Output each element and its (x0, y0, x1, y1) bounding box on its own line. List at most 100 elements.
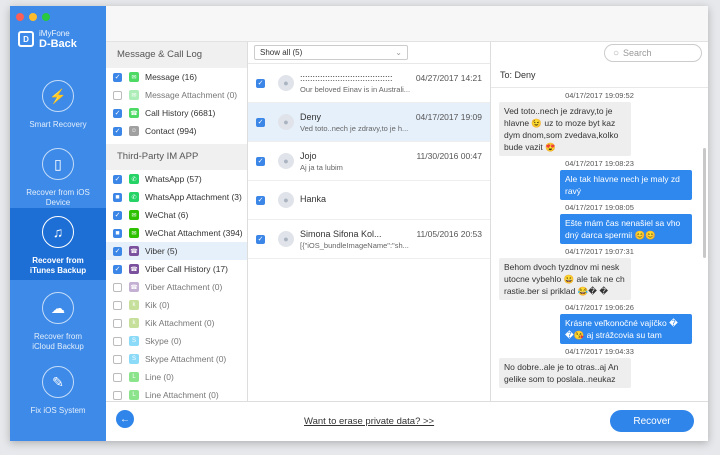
erase-private-data-link[interactable]: Want to erase private data? >> (304, 416, 434, 427)
conversation-scroll[interactable]: 04/17/2017 19:09:52 Ved toto..nech je zd… (491, 88, 708, 401)
category-label: WhatsApp (57) (145, 174, 202, 184)
category-item-message-attachment[interactable]: ✉ Message Attachment (0) (106, 86, 247, 104)
top-bar (106, 6, 708, 42)
checkbox[interactable]: ✓ (113, 108, 122, 118)
category-label: WeChat Attachment (394) (145, 228, 243, 238)
message-row[interactable]: ✓ ● Jojo 11/30/2016 00:47 Aj ja ta lubim (248, 142, 490, 181)
checkbox[interactable]: ✓ (256, 78, 265, 88)
nav-fix-ios-system[interactable]: ✎ Fix iOS System (10, 358, 106, 430)
checkbox[interactable]: ✓ (256, 117, 265, 127)
app-logo: D iMyFone D-Back (18, 28, 77, 50)
category-item-wechat[interactable]: ✓ ✉ WeChat (6) (106, 206, 247, 224)
category-item-viber-attachment[interactable]: ☎ Viber Attachment (0) (106, 278, 247, 296)
category-item-skype[interactable]: S Skype (0) (106, 332, 247, 350)
phone-icon: ▯ (42, 148, 74, 180)
checkbox[interactable] (113, 336, 122, 346)
nav-recover-itunes-backup[interactable]: ♫ Recover from iTunes Backup (10, 208, 106, 280)
message-list-panel: Show all (5) ⌄ ✓ ● :::::::::::::::::::::… (248, 42, 491, 401)
nav-label: Recover from iCloud Backup (32, 332, 84, 351)
message-icon: ✉ (129, 72, 139, 82)
checkbox[interactable] (113, 372, 122, 382)
chevron-down-icon: ⌄ (395, 48, 402, 57)
category-label: Kik Attachment (0) (145, 318, 215, 328)
message-sender: Simona Sifona Kol... (300, 228, 382, 239)
checkbox[interactable] (113, 300, 122, 310)
category-item-call-history[interactable]: ✓ ☎ Call History (6681) (106, 104, 247, 122)
nav-label: Smart Recovery (29, 120, 87, 129)
category-item-kik[interactable]: k Kik (0) (106, 296, 247, 314)
incoming-bubble: Behom dvoch tyzdnov mi nesk utocne vybeh… (499, 258, 631, 300)
close-window-button[interactable] (16, 13, 24, 21)
category-label: Skype (0) (145, 336, 182, 346)
message-timestamp: 04/17/2017 19:07:31 (565, 247, 634, 256)
search-input[interactable]: ○ Search (604, 44, 702, 62)
category-label: Message Attachment (0) (145, 90, 238, 100)
conversation-scrollbar[interactable] (703, 148, 706, 258)
checkbox[interactable]: ✓ (113, 126, 122, 136)
kik-icon: k (129, 300, 139, 310)
message-preview: Our beloved Einav is in Australi... (300, 84, 411, 94)
outgoing-bubble: Krásne veľkonočné vajíčko � �😘 aj strážc… (560, 314, 692, 344)
recover-button[interactable]: Recover (610, 410, 694, 432)
wrench-icon: ✎ (42, 366, 74, 398)
message-date: 04/17/2017 19:09 (415, 111, 482, 122)
checkbox[interactable]: ✓ (256, 195, 265, 205)
outgoing-bubble: Ešte mám čas nenašiel sa vho dný darca s… (560, 214, 692, 244)
category-item-message[interactable]: ✓ ✉ Message (16) (106, 68, 247, 86)
message-sender: ::::::::::::::::::::::::::::::::::::: (300, 72, 393, 83)
message-date: 11/30/2016 00:47 (416, 150, 482, 161)
avatar: ● (278, 114, 294, 130)
category-item-viber-call-history[interactable]: ✓ ☎ Viber Call History (17) (106, 260, 247, 278)
checkbox[interactable] (113, 354, 122, 364)
category-item-skype-attachment[interactable]: S Skype Attachment (0) (106, 350, 247, 368)
category-item-line[interactable]: L Line (0) (106, 368, 247, 386)
checkbox[interactable] (113, 282, 122, 292)
category-label: WeChat (6) (145, 210, 189, 220)
checkbox[interactable]: ✓ (113, 246, 122, 256)
whatsapp-icon: ✆ (129, 174, 139, 184)
show-filter-dropdown[interactable]: Show all (5) ⌄ (254, 45, 408, 60)
message-row[interactable]: ✓ ● ::::::::::::::::::::::::::::::::::::… (248, 64, 490, 103)
minimize-window-button[interactable] (29, 13, 37, 21)
checkbox[interactable] (113, 390, 122, 400)
message-row[interactable]: ✓ ● Hanka (248, 181, 490, 220)
category-item-whatsapp-attachment[interactable]: ■ ✆ WhatsApp Attachment (3) (106, 188, 247, 206)
category-label: Call History (6681) (145, 108, 216, 118)
category-label: Skype Attachment (0) (145, 354, 227, 364)
nav-recover-icloud-backup[interactable]: ☁ Recover from iCloud Backup (10, 284, 106, 356)
nav-smart-recovery[interactable]: ⚡ Smart Recovery (10, 72, 106, 144)
checkbox[interactable]: ✓ (256, 234, 265, 244)
conversation-recipient: To: Deny (491, 62, 708, 88)
checkbox[interactable]: ■ (113, 228, 122, 238)
message-timestamp: 04/17/2017 19:09:52 (565, 91, 634, 100)
checkbox[interactable] (113, 318, 122, 328)
category-item-contact[interactable]: ✓ ☺ Contact (994) (106, 122, 247, 140)
maximize-window-button[interactable] (42, 13, 50, 21)
category-item-line-attachment[interactable]: L Line Attachment (0) (106, 386, 247, 401)
checkbox[interactable]: ✓ (113, 72, 122, 82)
category-item-kik-attachment[interactable]: k Kik Attachment (0) (106, 314, 247, 332)
nav-recover-ios-device[interactable]: ▯ Recover from iOS Device (10, 140, 106, 212)
viber-icon: ☎ (129, 282, 139, 292)
category-label: Message (16) (145, 72, 197, 82)
category-item-wechat-attachment[interactable]: ■ ✉ WeChat Attachment (394) (106, 224, 247, 242)
checkbox[interactable]: ✓ (113, 264, 122, 274)
checkbox[interactable]: ■ (113, 192, 122, 202)
category-label: Viber Call History (17) (145, 264, 228, 274)
attachment-icon: ✉ (129, 90, 139, 100)
checkbox[interactable]: ✓ (256, 156, 265, 166)
checkbox[interactable] (113, 90, 122, 100)
nav-label: Fix iOS System (30, 406, 86, 415)
section-header: Message & Call Log (106, 42, 247, 68)
sidebar-nav: D iMyFone D-Back ⚡ Smart Recovery ▯ Reco… (10, 6, 106, 441)
message-row[interactable]: ✓ ● Simona Sifona Kol... 11/05/2016 20:5… (248, 220, 490, 259)
checkbox[interactable]: ✓ (113, 174, 122, 184)
checkbox[interactable]: ✓ (113, 210, 122, 220)
viber-icon: ☎ (129, 264, 139, 274)
outgoing-bubble: Ale tak hlavne nech je maly zd ravý (560, 170, 692, 200)
category-item-viber[interactable]: ✓ ☎ Viber (5) (106, 242, 247, 260)
message-row[interactable]: ✓ ● Deny 04/17/2017 19:09 Ved toto..nech… (248, 103, 490, 142)
back-button[interactable]: ← (116, 410, 134, 428)
app-window: D iMyFone D-Back ⚡ Smart Recovery ▯ Reco… (10, 6, 708, 441)
category-item-whatsapp[interactable]: ✓ ✆ WhatsApp (57) (106, 170, 247, 188)
